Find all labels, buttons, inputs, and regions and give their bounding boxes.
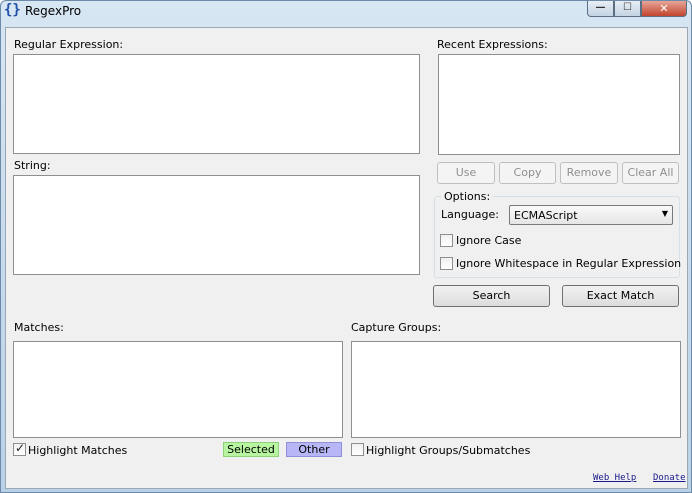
highlight-groups-label: Highlight Groups/Submatches — [366, 444, 531, 457]
maximize-icon: ☐ — [623, 2, 632, 13]
capture-groups-label: Capture Groups: — [351, 321, 442, 334]
regex-label: Regular Expression: — [14, 38, 124, 51]
other-swatch[interactable]: Other — [286, 442, 342, 457]
window-title: RegexPro — [25, 4, 82, 18]
options-group: Options: Language: ECMAScript ▼ Ignore C… — [434, 190, 682, 278]
ignore-case-checkbox[interactable] — [440, 234, 453, 247]
highlight-matches-checkbox[interactable]: ✓ — [13, 441, 26, 456]
app-icon: {} — [4, 2, 21, 18]
string-input[interactable] — [13, 175, 420, 275]
maximize-button[interactable]: ☐ — [614, 1, 641, 17]
ignore-whitespace-checkbox[interactable] — [440, 257, 453, 270]
chevron-down-icon: ▼ — [661, 209, 668, 218]
close-button[interactable]: ✕ — [641, 1, 687, 17]
language-select[interactable]: ECMAScript ▼ — [509, 205, 673, 225]
regex-input[interactable] — [13, 54, 420, 154]
check-mark-icon: ✓ — [15, 441, 26, 455]
highlight-matches-label: Highlight Matches — [28, 444, 128, 457]
use-button[interactable]: Use — [437, 162, 495, 184]
minimize-icon: — — [595, 2, 606, 13]
selected-swatch[interactable]: Selected — [223, 442, 279, 457]
app-window: {} RegexPro — ☐ ✕ Regular Expression: Re… — [0, 0, 692, 493]
language-select-value: ECMAScript — [514, 209, 578, 222]
clear-all-button[interactable]: Clear All — [622, 162, 679, 184]
matches-label: Matches: — [14, 321, 64, 334]
ignore-case-label: Ignore Case — [456, 234, 522, 247]
recent-expressions-list[interactable] — [438, 54, 680, 155]
options-title: Options: — [441, 190, 494, 203]
capture-groups-output[interactable] — [351, 341, 681, 438]
language-label: Language: — [441, 208, 499, 221]
minimize-button[interactable]: — — [587, 1, 614, 17]
recent-label: Recent Expressions: — [437, 38, 548, 51]
web-help-link[interactable]: Web Help — [593, 473, 636, 483]
search-button[interactable]: Search — [433, 285, 550, 307]
string-label: String: — [14, 159, 51, 172]
title-bar[interactable]: {} RegexPro — ☐ ✕ — [1, 1, 691, 23]
remove-button[interactable]: Remove — [560, 162, 618, 184]
highlight-groups-checkbox[interactable] — [351, 443, 364, 456]
client-area: Regular Expression: Recent Expressions: … — [5, 27, 688, 489]
copy-button[interactable]: Copy — [499, 162, 556, 184]
exact-match-button[interactable]: Exact Match — [562, 285, 679, 307]
donate-link[interactable]: Donate — [653, 473, 686, 483]
matches-output[interactable] — [13, 341, 343, 438]
close-icon: ✕ — [659, 2, 669, 15]
ignore-whitespace-label: Ignore Whitespace in Regular Expression — [456, 257, 682, 270]
